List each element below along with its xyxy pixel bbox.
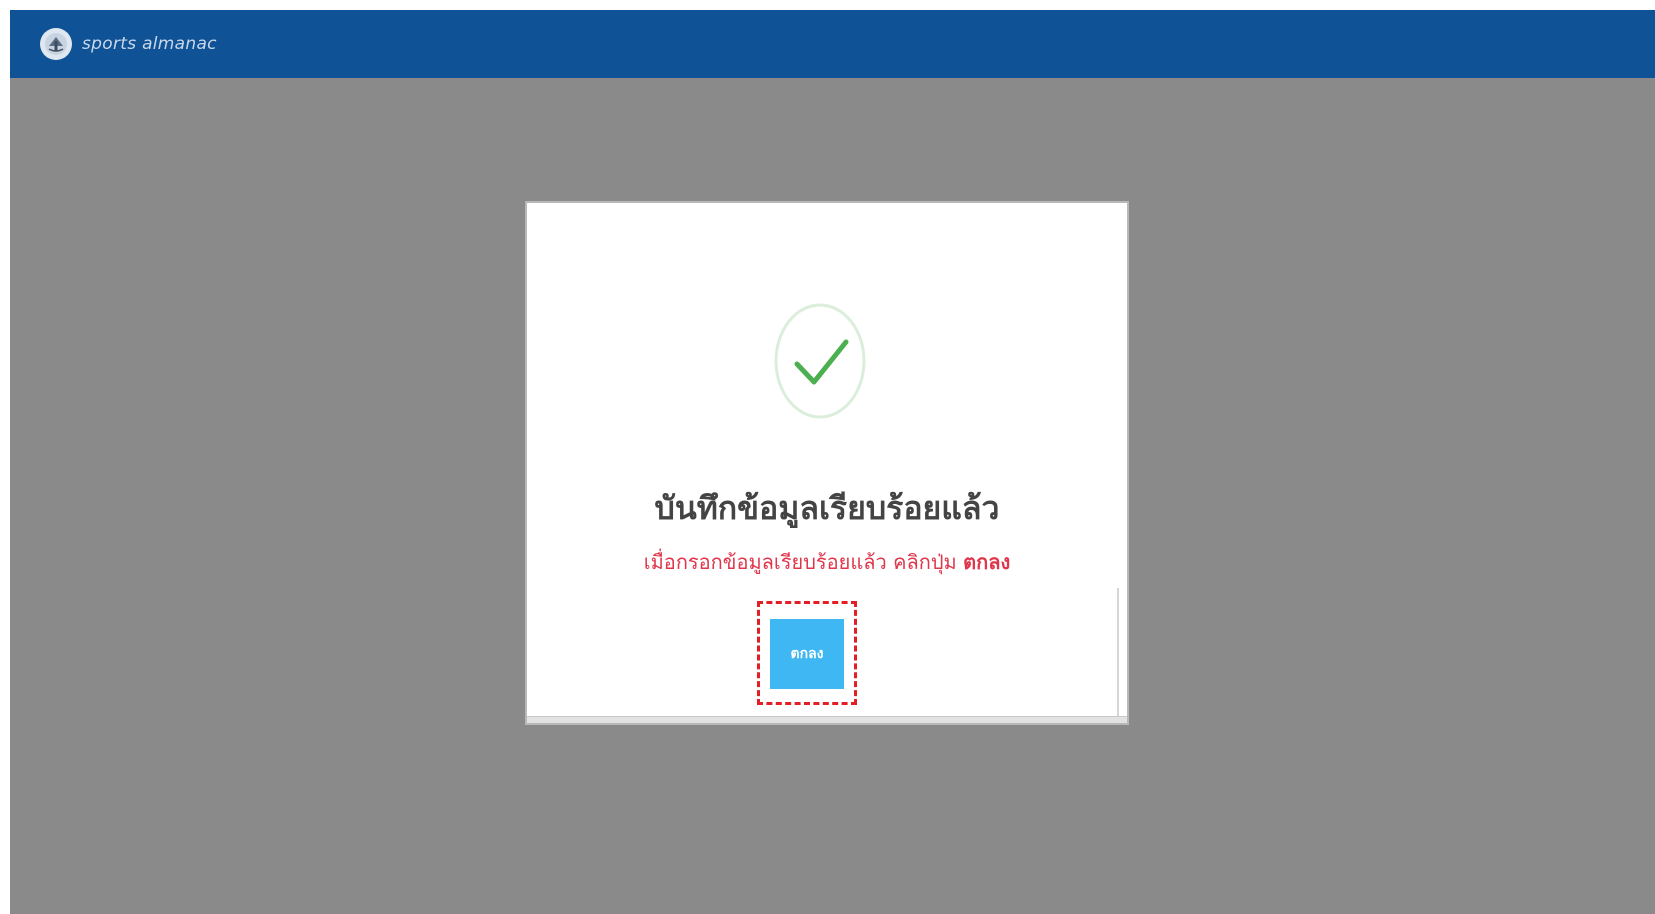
sports-almanac-logo-icon — [40, 28, 72, 60]
dialog-message: เมื่อกรอกข้อมูลเรียบร้อยแล้ว คลิกปุ่ม ตก… — [527, 546, 1127, 578]
brand[interactable]: sports almanac — [40, 28, 217, 60]
dialog-bottom-edge — [527, 716, 1127, 723]
app-window: sports almanac บันทึกข้อมูลเรียบร้อยแล้ว… — [10, 10, 1655, 914]
ok-button-highlight: ตกลง — [757, 601, 857, 705]
dialog-message-text: เมื่อกรอกข้อมูลเรียบร้อยแล้ว คลิกปุ่ม — [643, 550, 964, 574]
ok-button[interactable]: ตกลง — [770, 619, 844, 689]
dialog-title: บันทึกข้อมูลเรียบร้อยแล้ว — [654, 489, 1000, 527]
dialog-edge-line — [1117, 588, 1119, 716]
dialog-message-emphasis: ตกลง — [963, 550, 1011, 574]
success-dialog: บันทึกข้อมูลเรียบร้อยแล้ว เมื่อกรอกข้อมู… — [527, 203, 1127, 723]
brand-name: sports almanac — [82, 34, 217, 54]
success-check-icon — [773, 302, 867, 420]
top-navigation-bar: sports almanac — [10, 10, 1655, 78]
